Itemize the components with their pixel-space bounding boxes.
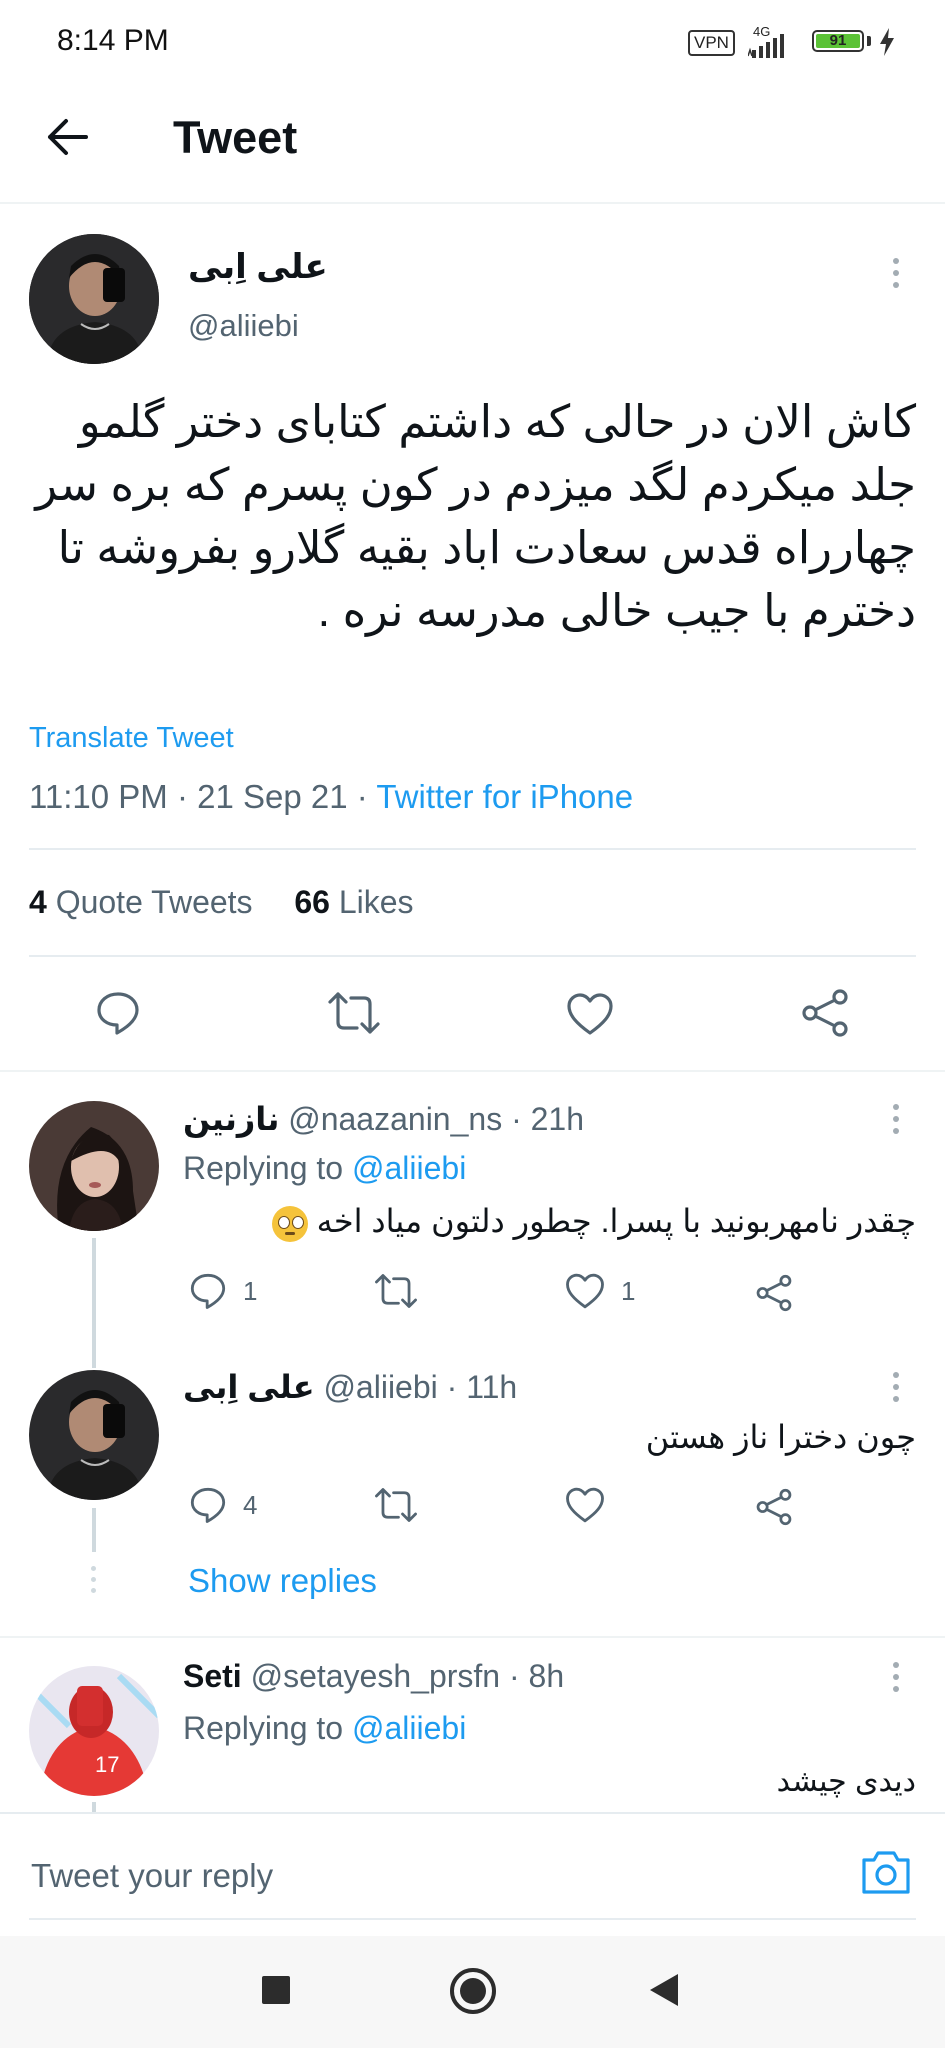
more-options-icon[interactable]	[893, 258, 899, 294]
avatar[interactable]: 17	[29, 1666, 159, 1796]
retweet-action[interactable]	[374, 1272, 434, 1310]
battery-icon: 91	[812, 30, 864, 52]
reply-author-name[interactable]: Seti	[183, 1658, 242, 1694]
reply-age: · 11h	[446, 1369, 518, 1405]
avatar[interactable]	[29, 1370, 159, 1500]
reply-author-handle[interactable]: @aliiebi	[323, 1369, 437, 1405]
like-count: 66	[294, 884, 330, 920]
reply-count: 1	[243, 1275, 258, 1306]
reply-author-name[interactable]: علی اِبی	[183, 1369, 315, 1405]
thread-dots	[91, 1566, 96, 1593]
share-icon[interactable]	[755, 1274, 793, 1312]
reply-age: · 21h	[511, 1101, 585, 1137]
translate-tweet-link[interactable]: Translate Tweet	[29, 722, 234, 755]
vpn-icon: VPN	[688, 30, 735, 56]
avatar[interactable]	[29, 1101, 159, 1231]
like-icon	[566, 1273, 604, 1309]
retweet-icon	[375, 1274, 417, 1308]
reply-icon	[190, 1273, 226, 1309]
author-name[interactable]: علی اِبی	[188, 247, 328, 287]
signal-icon	[748, 34, 784, 58]
reply-action[interactable]: 4	[189, 1486, 257, 1524]
like-label: Likes	[338, 884, 414, 920]
like-count: 1	[621, 1275, 636, 1306]
reply-icon	[190, 1487, 226, 1523]
more-options-icon[interactable]	[893, 1104, 899, 1140]
reply-header: Seti @setayesh_prsfn · 8h	[183, 1658, 564, 1695]
replying-to-prefix: Replying to	[183, 1710, 352, 1746]
retweet-icon[interactable]	[327, 990, 381, 1036]
like-icon[interactable]	[566, 992, 614, 1036]
reply-text: چون دخترا ناز هستن	[645, 1419, 916, 1455]
status-time: 8:14 PM	[57, 24, 169, 57]
replying-to: Replying to @aliiebi	[183, 1710, 466, 1747]
reply-input[interactable]	[29, 1850, 813, 1902]
charging-icon	[880, 28, 894, 56]
tweet-stats: 4 Quote Tweets 66 Likes	[29, 884, 414, 921]
status-bar: 8:14 PM VPN 4G 91	[0, 0, 945, 86]
avatar-image	[29, 234, 159, 364]
tweet-timestamp: 11:10 PM · 21 Sep 21 ·	[29, 778, 377, 815]
avatar-image	[29, 1370, 159, 1500]
reply-author-name[interactable]: نازنین	[183, 1101, 279, 1137]
reply-icon[interactable]	[95, 990, 141, 1036]
home-button-icon[interactable]	[450, 1968, 496, 2014]
tweet-source-link[interactable]: Twitter for iPhone	[376, 778, 633, 815]
thread-line	[92, 1238, 96, 1368]
share-icon[interactable]	[800, 988, 850, 1038]
reply-text: چقدر نامهربونید با پسرا. چطور دلتون میاد…	[271, 1202, 916, 1242]
retweet-icon	[375, 1488, 417, 1522]
tweet-text: کاش الان در حالی که داشتم کتابای دختر گل…	[35, 396, 916, 636]
replying-to-handle[interactable]: @aliiebi	[352, 1710, 466, 1746]
pleading-face-emoji	[271, 1205, 308, 1242]
reply-composer	[0, 1812, 945, 1938]
like-action[interactable]	[565, 1486, 621, 1524]
reply-age: · 8h	[508, 1658, 565, 1694]
camera-icon[interactable]	[860, 1848, 912, 1896]
reply-action[interactable]: 1	[189, 1272, 257, 1310]
avatar-image	[29, 1101, 159, 1231]
back-arrow-icon[interactable]	[44, 114, 90, 160]
composer-underline	[29, 1918, 916, 1920]
reply-count: 4	[243, 1489, 258, 1520]
back-button-icon[interactable]	[648, 1972, 680, 2008]
thread-line	[92, 1508, 96, 1552]
battery-percent: 91	[829, 32, 847, 49]
reply-author-handle[interactable]: @setayesh_prsfn	[251, 1658, 501, 1694]
quote-count: 4	[29, 884, 47, 920]
vpn-label: VPN	[694, 33, 729, 52]
svg-text:17: 17	[95, 1752, 119, 1777]
reply-text-body: چقدر نامهربونید با پسرا. چطور دلتون میاد…	[316, 1203, 916, 1239]
show-replies-link[interactable]: Show replies	[188, 1562, 377, 1600]
reply-author-handle[interactable]: @naazanin_ns	[288, 1101, 502, 1137]
quote-label: Quote Tweets	[55, 884, 253, 920]
author-handle[interactable]: @aliiebi	[188, 308, 299, 344]
retweet-action[interactable]	[374, 1486, 434, 1524]
avatar[interactable]	[29, 234, 159, 364]
avatar-image: 17	[29, 1666, 159, 1796]
likes-stat[interactable]: 66 Likes	[294, 884, 413, 920]
like-icon	[566, 1487, 604, 1523]
replying-to-handle[interactable]: @aliiebi	[352, 1150, 466, 1186]
thread-line	[92, 1802, 96, 1812]
tweet-meta: 11:10 PM · 21 Sep 21 · Twitter for iPhon…	[29, 778, 633, 816]
more-options-icon[interactable]	[893, 1372, 899, 1408]
reply-text: دیدی چیشد	[776, 1765, 916, 1798]
share-icon[interactable]	[755, 1488, 793, 1526]
quote-tweets-stat[interactable]: 4 Quote Tweets	[29, 884, 261, 920]
like-action[interactable]: 1	[565, 1272, 635, 1310]
recents-button-icon[interactable]	[262, 1976, 290, 2004]
replying-to-prefix: Replying to	[183, 1150, 352, 1186]
page-title: Tweet	[173, 112, 298, 163]
battery-cap	[867, 36, 871, 46]
reply-header: نازنین @naazanin_ns · 21h	[183, 1100, 584, 1138]
more-options-icon[interactable]	[893, 1662, 899, 1698]
battery-level: 91	[816, 32, 860, 49]
replying-to: Replying to @aliiebi	[183, 1150, 466, 1187]
header: Tweet	[0, 86, 945, 202]
system-nav-bar	[0, 1936, 945, 2048]
reply-header: علی اِبی @aliiebi · 11h	[183, 1368, 517, 1406]
